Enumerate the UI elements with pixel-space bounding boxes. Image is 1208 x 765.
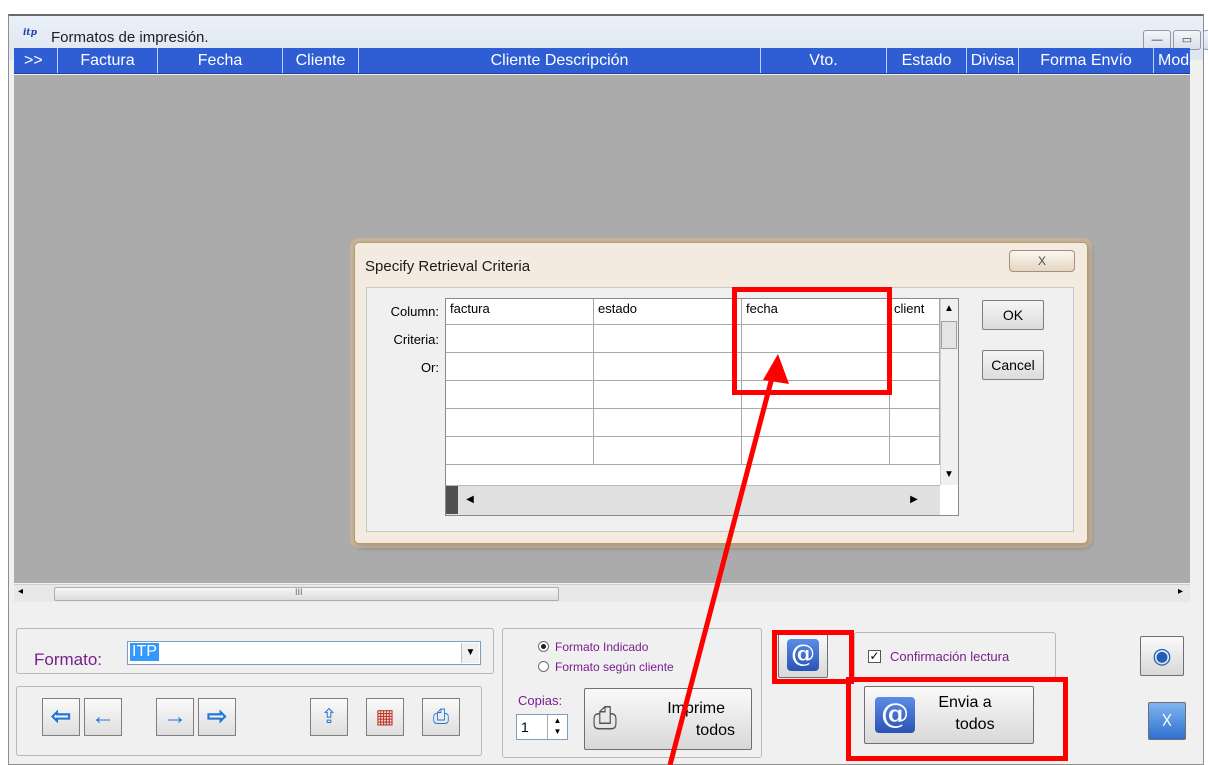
annotation-arrow: [667, 354, 789, 765]
